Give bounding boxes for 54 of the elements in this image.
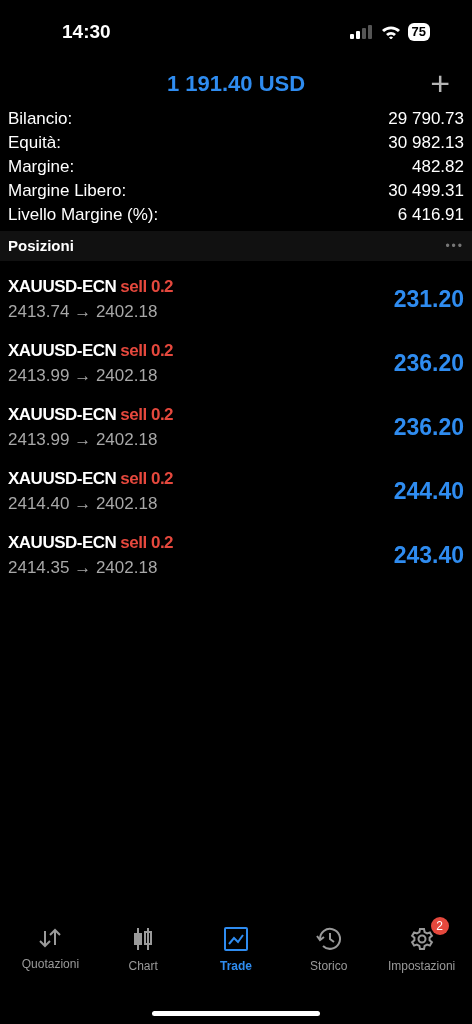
position-profit: 236.20 <box>393 348 464 378</box>
add-button[interactable]: + <box>430 64 450 102</box>
tab[interactable]: Chart <box>98 917 189 975</box>
section-title: Posizioni <box>8 235 74 256</box>
summary-label: Margine: <box>8 156 75 179</box>
battery-indicator: 75 <box>407 23 430 41</box>
tab[interactable]: Storico <box>283 917 374 975</box>
wifi-icon <box>380 25 401 39</box>
position-profit: 243.40 <box>393 540 464 570</box>
more-button[interactable]: ••• <box>445 237 464 255</box>
summary-value: 30 499.31 <box>388 180 464 203</box>
summary-value: 29 790.73 <box>388 108 464 131</box>
signal-icon <box>349 25 374 39</box>
status-time: 14:30 <box>62 19 111 44</box>
line-chart-icon <box>224 927 248 951</box>
notification-badge: 2 <box>430 917 449 935</box>
order-type: sell 0.2 <box>120 467 174 490</box>
position-symbol: XAUUSD-ECN <box>8 339 117 362</box>
order-type: sell 0.2 <box>120 531 174 554</box>
position-profit: 231.20 <box>393 284 464 314</box>
candlestick-icon <box>132 927 155 951</box>
summary-label: Margine Libero: <box>8 180 127 203</box>
position-prices: 2413.99 → 2402.18 <box>8 365 159 387</box>
position-row[interactable]: XAUUSD-ECN sell 0.2 2414.40 → 2402.18 244.40 <box>0 459 472 523</box>
order-type: sell 0.2 <box>120 403 174 426</box>
tab[interactable]: Quotazioni <box>5 917 96 975</box>
position-row[interactable]: XAUUSD-ECN sell 0.2 2414.35 → 2402.18 243.40 <box>0 523 472 587</box>
account-profit: 1 191.40 USD <box>166 69 306 98</box>
position-prices: 2413.99 → 2402.18 <box>8 429 159 451</box>
position-row[interactable]: XAUUSD-ECN sell 0.2 2413.99 → 2402.18 236.20 <box>0 395 472 459</box>
position-symbol: XAUUSD-ECN <box>8 275 117 298</box>
order-type: sell 0.2 <box>120 275 174 298</box>
summary-label: Equità: <box>8 132 61 155</box>
position-profit: 244.40 <box>393 476 464 506</box>
settings-icon <box>409 927 434 951</box>
summary-value: 6 416.91 <box>397 204 464 227</box>
tab[interactable]: Impostazioni 2 <box>376 917 467 975</box>
position-profit: 236.20 <box>393 412 464 442</box>
position-prices: 2414.35 → 2402.18 <box>8 557 159 579</box>
summary-value: 30 982.13 <box>388 132 464 155</box>
position-row[interactable]: XAUUSD-ECN sell 0.2 2413.74 → 2402.18 231.20 <box>0 267 472 331</box>
position-row[interactable]: XAUUSD-ECN sell 0.2 2413.99 → 2402.18 236.20 <box>0 331 472 395</box>
position-symbol: XAUUSD-ECN <box>8 403 117 426</box>
position-symbol: XAUUSD-ECN <box>8 467 117 490</box>
history-icon <box>315 927 342 951</box>
summary-label: Livello Margine (%): <box>8 204 159 227</box>
position-symbol: XAUUSD-ECN <box>8 531 117 554</box>
order-type: sell 0.2 <box>120 339 174 362</box>
summary-label: Bilancio: <box>8 108 73 131</box>
position-prices: 2414.40 → 2402.18 <box>8 493 159 515</box>
arrows-icon <box>38 927 63 949</box>
tab[interactable]: Trade <box>191 917 281 975</box>
summary-value: 482.82 <box>412 156 464 179</box>
position-prices: 2413.74 → 2402.18 <box>8 301 159 323</box>
